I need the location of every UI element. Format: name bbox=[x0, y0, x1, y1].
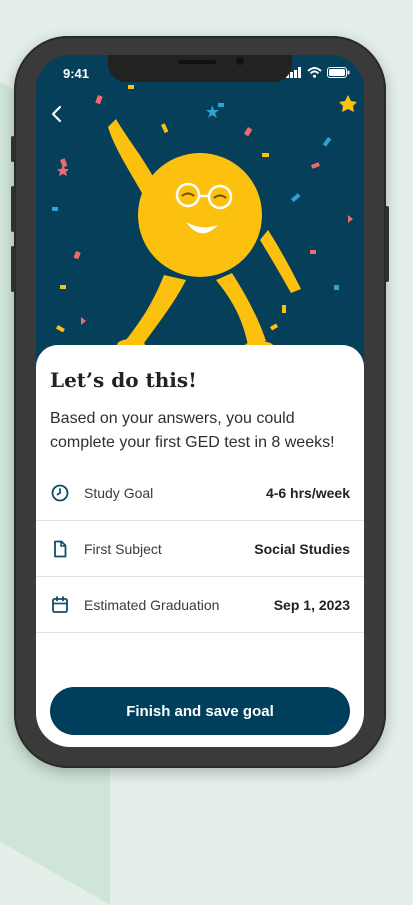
phone-power-button bbox=[385, 206, 389, 282]
clock-icon bbox=[51, 484, 69, 501]
celebration-illustration bbox=[52, 85, 357, 353]
phone-volume-up bbox=[11, 186, 15, 232]
finish-save-goal-button[interactable]: Finish and save goal bbox=[50, 687, 350, 735]
status-time: 9:41 bbox=[63, 66, 90, 81]
phone-screen: 9:41 Let’s do this! Based on your answer… bbox=[36, 55, 364, 747]
phone-silent-switch bbox=[11, 136, 15, 162]
wifi-icon bbox=[307, 67, 322, 78]
phone-volume-down bbox=[11, 246, 15, 292]
speaker-grille bbox=[178, 60, 216, 64]
phone-notch bbox=[108, 55, 292, 82]
document-icon bbox=[54, 540, 67, 557]
calendar-icon bbox=[52, 595, 68, 613]
estimated-graduation-label: Estimated Graduation bbox=[84, 596, 220, 613]
study-goal-row: Study Goal 4-6 hrs/week bbox=[36, 465, 364, 521]
study-goal-label: Study Goal bbox=[84, 484, 154, 501]
battery-icon bbox=[327, 67, 350, 78]
mascot bbox=[108, 119, 301, 353]
status-icons bbox=[286, 67, 350, 78]
estimated-graduation-value: Sep 1, 2023 bbox=[273, 596, 350, 613]
estimated-graduation-row: Estimated Graduation Sep 1, 2023 bbox=[36, 577, 364, 633]
first-subject-value: Social Studies bbox=[254, 540, 350, 557]
first-subject-row: First Subject Social Studies bbox=[36, 521, 364, 577]
chevron-left-icon[interactable] bbox=[48, 104, 68, 124]
goal-summary-card: Let’s do this! Based on your answers, yo… bbox=[36, 345, 364, 747]
first-subject-label: First Subject bbox=[84, 540, 162, 557]
card-description: Based on your answers, you could complet… bbox=[50, 410, 335, 451]
front-camera bbox=[236, 57, 244, 65]
card-title: Let’s do this! bbox=[50, 368, 197, 392]
study-goal-value: 4-6 hrs/week bbox=[265, 484, 350, 501]
